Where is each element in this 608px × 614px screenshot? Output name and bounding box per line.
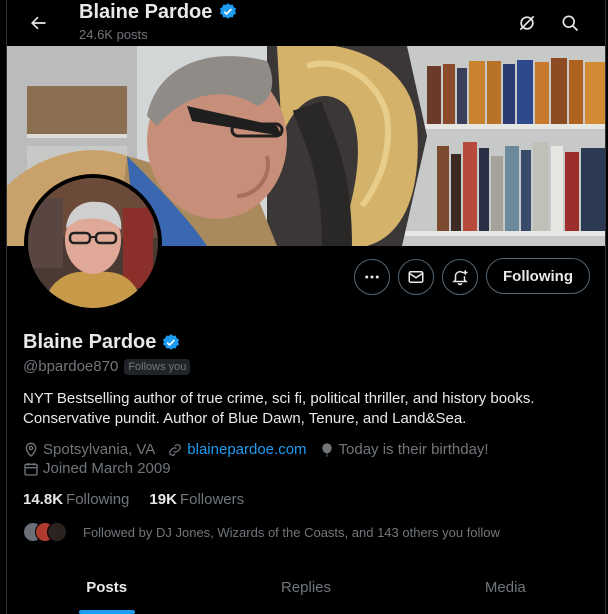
tab-media[interactable]: Media xyxy=(406,560,605,614)
following-count: 14.8K xyxy=(23,491,64,508)
following-count-link[interactable]: 14.8K Following xyxy=(23,491,129,508)
avatar xyxy=(47,522,67,542)
followed-by-avatars xyxy=(23,520,73,544)
message-button[interactable] xyxy=(398,259,434,295)
website-item: blainepardoe.com xyxy=(167,441,307,458)
verified-badge-icon xyxy=(220,3,237,19)
back-arrow-icon xyxy=(31,16,46,30)
profile-handle: @bpardoe870 xyxy=(23,358,119,375)
joined-text: Joined March 2009 xyxy=(43,460,171,477)
following-button[interactable]: Following xyxy=(486,258,590,294)
profile-name: Blaine Pardoe xyxy=(23,331,157,353)
tab-posts[interactable]: Posts xyxy=(7,560,206,614)
link-icon xyxy=(169,443,182,456)
header-name-row: Blaine Pardoe xyxy=(79,0,238,24)
header-titles: Blaine Pardoe 24.6K posts xyxy=(79,0,238,42)
followers-count: 19K xyxy=(149,491,177,508)
back-button[interactable] xyxy=(21,6,55,40)
tab-label: Replies xyxy=(280,578,331,596)
column-border-right xyxy=(605,0,606,614)
more-options-button[interactable] xyxy=(354,259,390,295)
birthday-text: Today is their birthday! xyxy=(338,441,489,458)
header-name: Blaine Pardoe xyxy=(79,1,213,23)
message-icon xyxy=(408,271,424,283)
tab-replies[interactable]: Replies xyxy=(206,560,405,614)
followed-by-row[interactable]: Followed by DJ Jones, Wizards of the Coa… xyxy=(23,520,500,544)
follows-you-badge: Follows you xyxy=(124,358,191,375)
notification-bell-icon xyxy=(452,270,468,286)
header-posts-count: 24.6K posts xyxy=(79,27,148,42)
profile-page: Blaine Pardoe 24.6K posts Following Blai… xyxy=(0,0,608,614)
tab-label: Posts xyxy=(86,578,128,596)
active-tab-indicator xyxy=(78,610,135,614)
top-bar: Blaine Pardoe 24.6K posts xyxy=(7,0,605,46)
followed-by-text: Followed by DJ Jones, Wizards of the Coa… xyxy=(83,524,500,540)
follow-counts: 14.8K Following 19K Followers xyxy=(23,491,244,508)
calendar-icon xyxy=(24,462,38,476)
profile-name-row: Blaine Pardoe xyxy=(23,331,181,354)
followers-label: Followers xyxy=(179,491,245,508)
profile-avatar[interactable] xyxy=(24,174,162,312)
tab-label: Media xyxy=(484,578,526,596)
verified-badge-icon[interactable] xyxy=(161,333,181,353)
birthday-item: Today is their birthday! xyxy=(319,441,489,458)
grok-icon xyxy=(519,15,535,31)
balloon-icon xyxy=(321,442,332,457)
grok-button[interactable] xyxy=(512,8,542,38)
location-text: Spotsylvania, VA xyxy=(43,441,156,458)
location-item: Spotsylvania, VA xyxy=(23,441,155,458)
profile-meta-row: Spotsylvania, VA blainepardoe.com Today … xyxy=(23,441,501,458)
search-button[interactable] xyxy=(555,8,585,38)
location-pin-icon xyxy=(25,442,37,457)
handle-row: @bpardoe870 Follows you xyxy=(23,358,191,375)
profile-tabs: Posts Replies Media xyxy=(7,560,605,614)
notifications-button[interactable] xyxy=(442,259,478,295)
followers-count-link[interactable]: 19K Followers xyxy=(149,491,244,508)
profile-bio: NYT Bestselling author of true crime, sc… xyxy=(23,390,535,427)
search-icon xyxy=(562,15,579,32)
website-link[interactable]: blainepardoe.com xyxy=(187,441,306,458)
avatar-photo xyxy=(28,178,158,308)
more-icon xyxy=(365,275,379,279)
joined-row: Joined March 2009 xyxy=(23,460,183,477)
following-label: Following xyxy=(66,491,130,508)
joined-item: Joined March 2009 xyxy=(23,460,171,477)
